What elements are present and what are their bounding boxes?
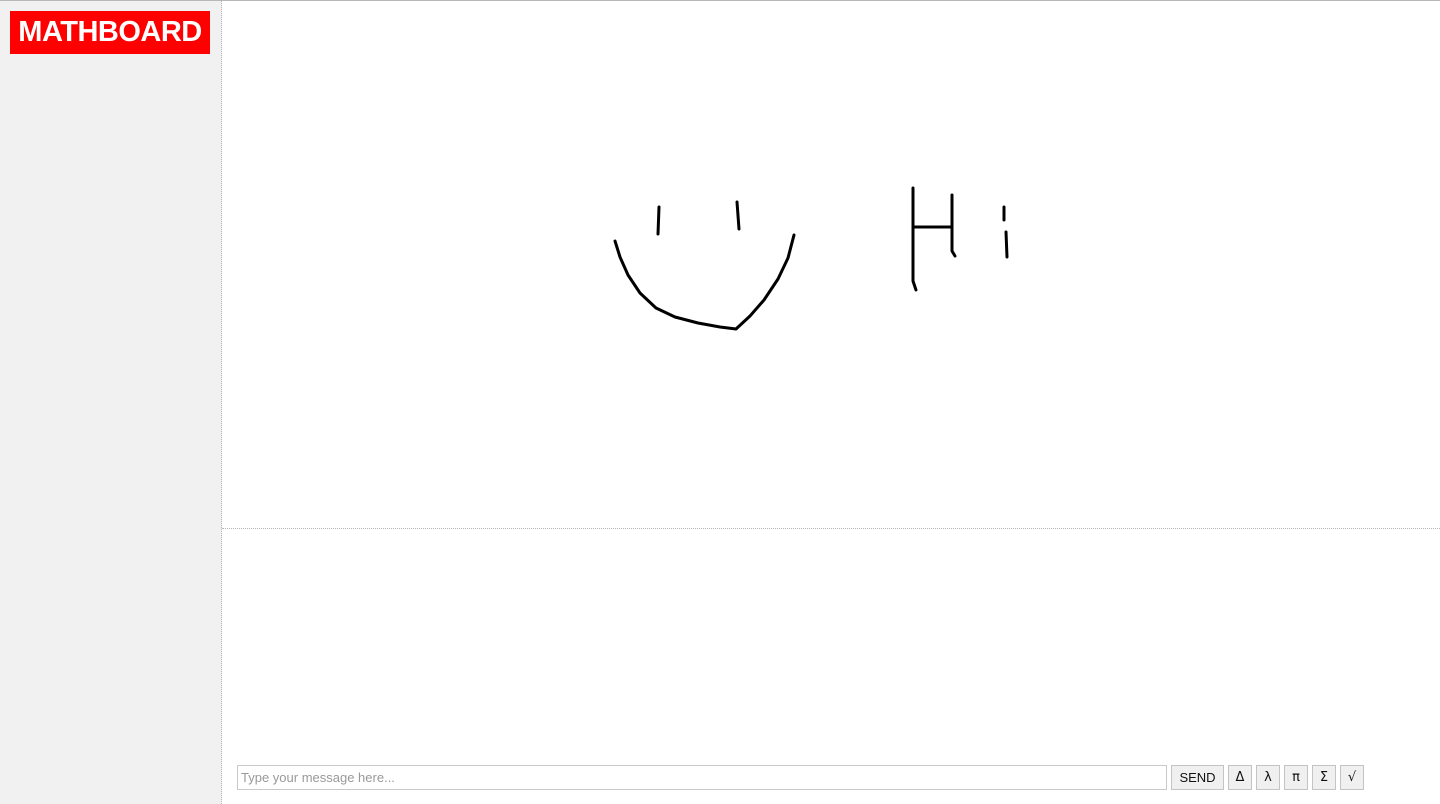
letter-h-right-stem-stroke <box>950 193 957 258</box>
letter-h-left-stem-stroke <box>911 186 918 292</box>
drawing-surface[interactable] <box>222 1 1440 528</box>
main-panel: SEND Δ λ π Σ √ <box>222 1 1440 804</box>
insert-sqrt-button[interactable]: √ <box>1340 764 1364 790</box>
insert-sigma-button[interactable]: Σ <box>1312 764 1336 790</box>
sidebar: MATHBOARD <box>0 1 222 804</box>
insert-lambda-button[interactable]: λ <box>1256 764 1280 790</box>
app-window: MATHBOARD SEND Δ λ π Σ √ <box>0 0 1440 804</box>
send-button[interactable]: SEND <box>1171 764 1224 790</box>
smiley-mouth-stroke <box>613 233 796 331</box>
mathboard-logo: MATHBOARD <box>10 11 210 54</box>
message-input[interactable] <box>237 764 1167 790</box>
smiley-right-eye-stroke <box>735 200 741 231</box>
drawing-canvas[interactable] <box>222 1 1440 529</box>
chat-log <box>222 529 1440 759</box>
insert-delta-button[interactable]: Δ <box>1228 764 1252 790</box>
insert-pi-button[interactable]: π <box>1284 764 1308 790</box>
message-composer: SEND Δ λ π Σ √ <box>237 764 1364 790</box>
letter-i-stem-stroke <box>1004 230 1009 259</box>
smiley-left-eye-stroke <box>656 205 661 236</box>
